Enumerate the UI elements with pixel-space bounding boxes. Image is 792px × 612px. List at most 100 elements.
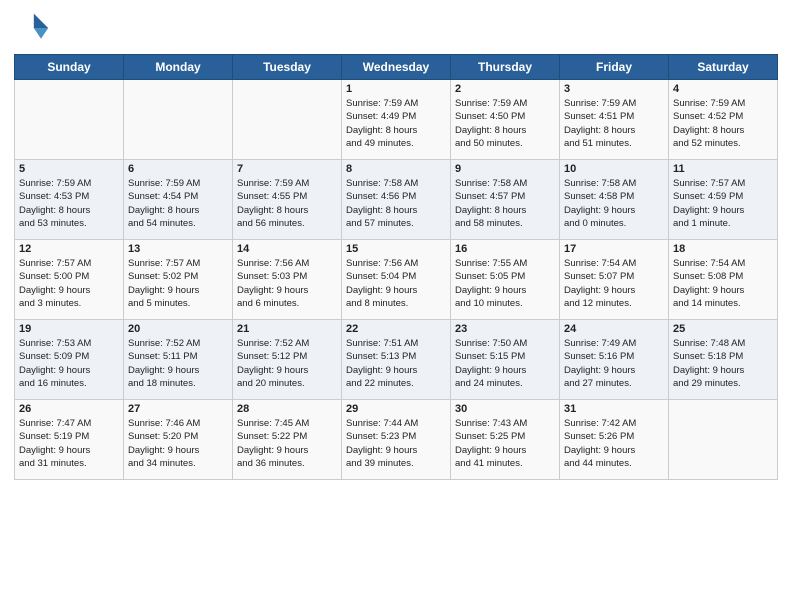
day-cell: 26Sunrise: 7:47 AM Sunset: 5:19 PM Dayli… [15,400,124,480]
calendar-body: 1 Sunrise: 7:59 AM Sunset: 4:49 PM Daylig… [15,80,778,480]
day-number: 23 [455,323,555,335]
week-row-4: 19Sunrise: 7:53 AM Sunset: 5:09 PM Dayli… [15,320,778,400]
day-info: Sunrise: 7:49 AM Sunset: 5:16 PM Dayligh… [564,337,664,390]
day-cell: 18Sunrise: 7:54 AM Sunset: 5:08 PM Dayli… [669,240,778,320]
week-row-5: 26Sunrise: 7:47 AM Sunset: 5:19 PM Dayli… [15,400,778,480]
day-number: 20 [128,323,228,335]
day-cell: 11Sunrise: 7:57 AM Sunset: 4:59 PM Dayli… [669,160,778,240]
day-cell: 16Sunrise: 7:55 AM Sunset: 5:05 PM Dayli… [451,240,560,320]
day-cell: 15Sunrise: 7:56 AM Sunset: 5:04 PM Dayli… [342,240,451,320]
day-info: Sunrise: 7:52 AM Sunset: 5:12 PM Dayligh… [237,337,337,390]
day-cell: 29 Sunrise: 7:44 AM Sunset: 5:23 PM Dayli… [342,400,451,480]
header [14,10,778,46]
day-number: 15 [346,243,446,255]
day-cell: 4Sunrise: 7:59 AM Sunset: 4:52 PM Daylig… [669,80,778,160]
day-number: 28 [237,403,337,415]
day-cell: 27 Sunrise: 7:46 AM Sunset: 5:20 PM Dayli… [124,400,233,480]
day-info: Sunrise: 7:45 AM Sunset: 5:22 PM Dayligh… [237,417,337,470]
day-cell: 8Sunrise: 7:58 AM Sunset: 4:56 PM Daylig… [342,160,451,240]
day-cell: 21 Sunrise: 7:52 AM Sunset: 5:12 PM Dayli… [233,320,342,400]
day-cell: 10 Sunrise: 7:58 AM Sunset: 4:58 PM Dayli… [560,160,669,240]
day-cell: 20 Sunrise: 7:52 AM Sunset: 5:11 PM Dayli… [124,320,233,400]
day-info: Sunrise: 7:59 AM Sunset: 4:54 PM Dayligh… [128,177,228,230]
day-number: 2 [455,83,555,95]
day-info: Sunrise: 7:42 AM Sunset: 5:26 PM Dayligh… [564,417,664,470]
day-cell: 28 Sunrise: 7:45 AM Sunset: 5:22 PM Dayli… [233,400,342,480]
day-cell: 14 Sunrise: 7:56 AM Sunset: 5:03 PM Dayli… [233,240,342,320]
day-number: 11 [673,163,773,175]
day-info: Sunrise: 7:59 AM Sunset: 4:55 PM Dayligh… [237,177,337,230]
day-info: Sunrise: 7:54 AM Sunset: 5:08 PM Dayligh… [673,257,773,310]
week-row-3: 12 Sunrise: 7:57 AM Sunset: 5:00 PM Dayli… [15,240,778,320]
day-cell: 9 Sunrise: 7:58 AM Sunset: 4:57 PM Daylig… [451,160,560,240]
day-cell: 1 Sunrise: 7:59 AM Sunset: 4:49 PM Daylig… [342,80,451,160]
day-number: 1 [346,83,446,95]
day-info: Sunrise: 7:48 AM Sunset: 5:18 PM Dayligh… [673,337,773,390]
day-number: 27 [128,403,228,415]
weekday-header-row: SundayMondayTuesdayWednesdayThursdayFrid… [15,55,778,80]
day-cell: 7 Sunrise: 7:59 AM Sunset: 4:55 PM Daylig… [233,160,342,240]
calendar-table: SundayMondayTuesdayWednesdayThursdayFrid… [14,54,778,480]
day-number: 12 [19,243,119,255]
logo-icon [14,10,50,46]
day-info: Sunrise: 7:50 AM Sunset: 5:15 PM Dayligh… [455,337,555,390]
day-cell: 17Sunrise: 7:54 AM Sunset: 5:07 PM Dayli… [560,240,669,320]
day-number: 10 [564,163,664,175]
day-cell: 3Sunrise: 7:59 AM Sunset: 4:51 PM Daylig… [560,80,669,160]
day-number: 9 [455,163,555,175]
day-cell: 25 Sunrise: 7:48 AM Sunset: 5:18 PM Dayli… [669,320,778,400]
day-number: 4 [673,83,773,95]
day-number: 6 [128,163,228,175]
weekday-header-monday: Monday [124,55,233,80]
day-cell: 12 Sunrise: 7:57 AM Sunset: 5:00 PM Dayli… [15,240,124,320]
day-cell: 13Sunrise: 7:57 AM Sunset: 5:02 PM Dayli… [124,240,233,320]
day-cell: 24Sunrise: 7:49 AM Sunset: 5:16 PM Dayli… [560,320,669,400]
day-cell: 30 Sunrise: 7:43 AM Sunset: 5:25 PM Dayli… [451,400,560,480]
day-info: Sunrise: 7:44 AM Sunset: 5:23 PM Dayligh… [346,417,446,470]
day-info: Sunrise: 7:59 AM Sunset: 4:49 PM Dayligh… [346,97,446,150]
weekday-header-saturday: Saturday [669,55,778,80]
day-info: Sunrise: 7:51 AM Sunset: 5:13 PM Dayligh… [346,337,446,390]
day-info: Sunrise: 7:57 AM Sunset: 5:00 PM Dayligh… [19,257,119,310]
day-number: 3 [564,83,664,95]
day-info: Sunrise: 7:58 AM Sunset: 4:57 PM Dayligh… [455,177,555,230]
day-info: Sunrise: 7:59 AM Sunset: 4:50 PM Dayligh… [455,97,555,150]
day-info: Sunrise: 7:46 AM Sunset: 5:20 PM Dayligh… [128,417,228,470]
day-cell: 5 Sunrise: 7:59 AM Sunset: 4:53 PM Daylig… [15,160,124,240]
day-number: 25 [673,323,773,335]
day-number: 30 [455,403,555,415]
day-info: Sunrise: 7:53 AM Sunset: 5:09 PM Dayligh… [19,337,119,390]
page-container: SundayMondayTuesdayWednesdayThursdayFrid… [0,0,792,490]
day-cell: 22 Sunrise: 7:51 AM Sunset: 5:13 PM Dayli… [342,320,451,400]
weekday-header-friday: Friday [560,55,669,80]
day-info: Sunrise: 7:43 AM Sunset: 5:25 PM Dayligh… [455,417,555,470]
day-number: 14 [237,243,337,255]
weekday-header-thursday: Thursday [451,55,560,80]
weekday-header-sunday: Sunday [15,55,124,80]
day-number: 16 [455,243,555,255]
day-cell [124,80,233,160]
day-number: 29 [346,403,446,415]
day-info: Sunrise: 7:56 AM Sunset: 5:03 PM Dayligh… [237,257,337,310]
week-row-2: 5 Sunrise: 7:59 AM Sunset: 4:53 PM Daylig… [15,160,778,240]
day-cell: 31 Sunrise: 7:42 AM Sunset: 5:26 PM Dayli… [560,400,669,480]
day-cell: 2 Sunrise: 7:59 AM Sunset: 4:50 PM Daylig… [451,80,560,160]
day-info: Sunrise: 7:59 AM Sunset: 4:53 PM Dayligh… [19,177,119,230]
day-info: Sunrise: 7:52 AM Sunset: 5:11 PM Dayligh… [128,337,228,390]
day-info: Sunrise: 7:57 AM Sunset: 5:02 PM Dayligh… [128,257,228,310]
day-number: 7 [237,163,337,175]
day-cell [233,80,342,160]
day-number: 26 [19,403,119,415]
day-number: 21 [237,323,337,335]
day-number: 31 [564,403,664,415]
weekday-header-tuesday: Tuesday [233,55,342,80]
day-number: 8 [346,163,446,175]
weekday-header-wednesday: Wednesday [342,55,451,80]
week-row-1: 1 Sunrise: 7:59 AM Sunset: 4:49 PM Daylig… [15,80,778,160]
calendar-header: SundayMondayTuesdayWednesdayThursdayFrid… [15,55,778,80]
logo [14,10,54,46]
day-number: 5 [19,163,119,175]
day-cell: 19Sunrise: 7:53 AM Sunset: 5:09 PM Dayli… [15,320,124,400]
day-info: Sunrise: 7:58 AM Sunset: 4:58 PM Dayligh… [564,177,664,230]
day-number: 22 [346,323,446,335]
